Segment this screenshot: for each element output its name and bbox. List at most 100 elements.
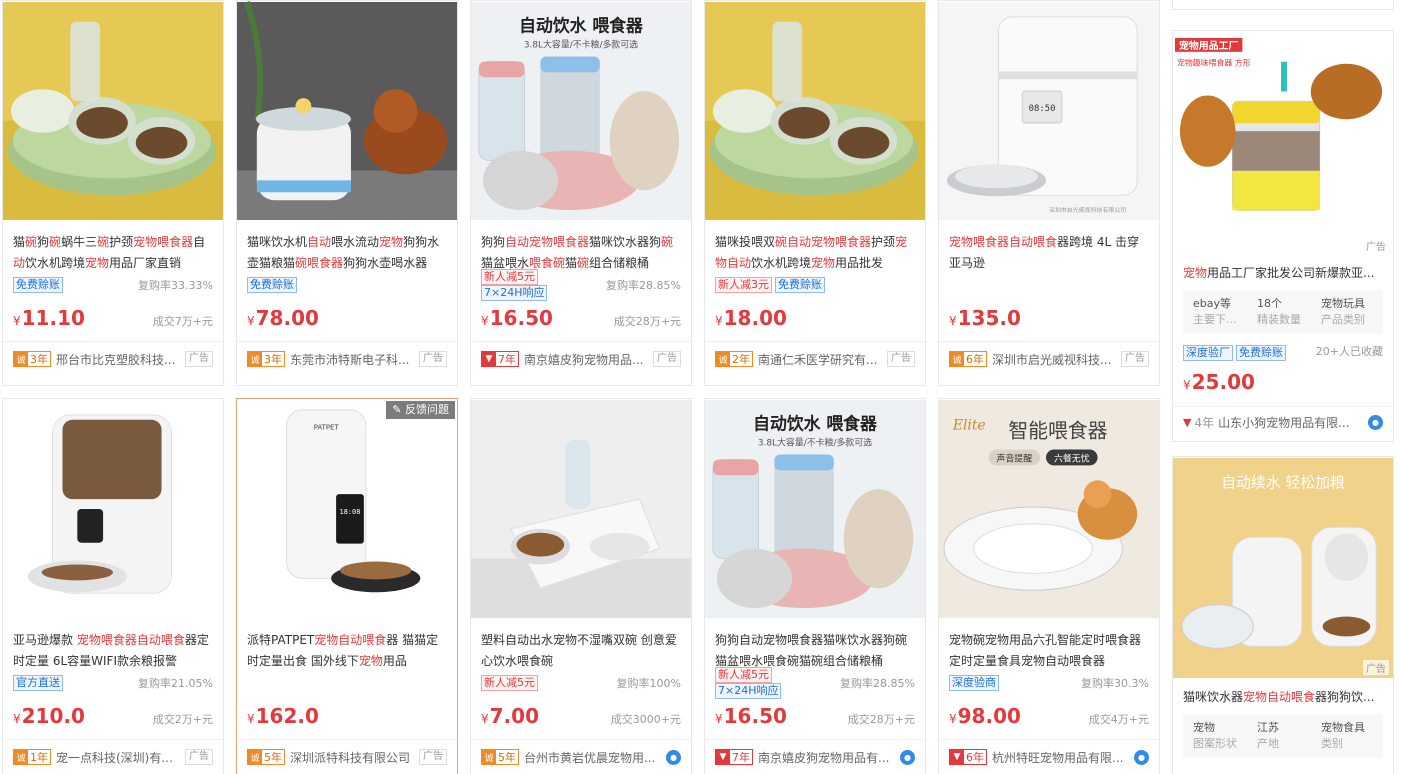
- shop-name[interactable]: 东莞市沛特斯电子科...: [290, 351, 415, 368]
- product-image[interactable]: [237, 1, 457, 221]
- product-title[interactable]: 宠物用品工厂家批发公司新爆款亚...: [1173, 264, 1393, 282]
- years-badge: 诚 3年: [13, 351, 51, 367]
- price: ¥210.0: [13, 704, 85, 728]
- shop-name[interactable]: 南京嬉皮狗宠物用品有...: [758, 749, 896, 766]
- title-segment: 自动宠物喂食器: [505, 235, 590, 249]
- product-card[interactable]: 08:50 深圳市启光威视科技有限公司 宠物喂食器自动喂食器跨境 4L 击穿亚马…: [938, 0, 1160, 386]
- price: ¥7.00: [481, 704, 539, 728]
- price: ¥78.00: [247, 306, 319, 330]
- shop-row[interactable]: ▼ 4年 山东小狗宠物用品有限... ●: [1173, 406, 1393, 438]
- product-title[interactable]: 猫碗狗碗蜗牛三碗护颈宠物喂食器自动饮水机跨境宠物用品厂家直销: [3, 232, 223, 274]
- title-segment: 宠物: [811, 256, 836, 270]
- image-headline: 自动饮水 喂食器: [753, 414, 878, 434]
- product-title[interactable]: 猫咪饮水机自动喂水流动宠物狗狗水壶猫粮猫碗喂食器狗狗水壶喝水器: [237, 232, 457, 274]
- recommend-card[interactable]: 宠物用品工厂 宠物趣味喂食器 方形 广告 宠物用品工厂家批发公司新爆款亚... …: [1172, 30, 1394, 442]
- price: ¥18.00: [715, 306, 787, 330]
- product-image[interactable]: 自动饮水 喂食器 3.8L大容量/不卡粮/多款可选: [471, 1, 691, 221]
- product-card[interactable]: 自动饮水 喂食器 3.8L大容量/不卡粮/多款可选 狗狗自动宠物喂食器猫咪饮水器…: [470, 0, 692, 386]
- product-image[interactable]: [3, 399, 223, 619]
- title-segment: 猫盆喂水: [481, 256, 530, 270]
- title-segment: 用品厂家直销: [109, 256, 182, 270]
- product-card[interactable]: PATPET 18:08 ✎ 反馈问题 派特PATPET宠物自动喂食器 猫猫定时…: [236, 398, 458, 774]
- product-title[interactable]: 宠物喂食器自动喂食器跨境 4L 击穿亚马逊: [939, 232, 1159, 274]
- title-segment: 塑料自动出水宠物不湿嘴双碗 创意爱心饮水喂食碗: [481, 633, 677, 668]
- attribute-key: 产地: [1257, 737, 1279, 750]
- shop-row[interactable]: 诚 2年 南通仁禾医学研究有... 广告: [705, 342, 925, 376]
- title-segment: 器: [331, 256, 344, 270]
- product-card[interactable]: 猫碗狗碗蜗牛三碗护颈宠物喂食器自动饮水机跨境宠物用品厂家直销 免费赊账 复购率33…: [2, 0, 224, 386]
- shop-row[interactable]: 诚 3年 东莞市沛特斯电子科... 广告: [237, 342, 457, 376]
- shop-row[interactable]: 诚 1年 宠一点科技(深圳)有... 广告: [3, 740, 223, 774]
- store-icon: ▼: [482, 352, 496, 366]
- shop-name[interactable]: 宠一点科技(深圳)有...: [56, 749, 181, 766]
- product-card[interactable]: Elite 智能喂食器 声音提醒 六餐无忧 宠物碗宠物用品六孔智能定时喂食器定时…: [938, 398, 1160, 774]
- feedback-button[interactable]: ✎ 反馈问题: [386, 401, 455, 419]
- shop-name[interactable]: 邢台市比克塑胶科技...: [56, 351, 181, 368]
- shop-row[interactable]: 诚 3年 邢台市比克塑胶科技... 广告: [3, 342, 223, 376]
- shop-name[interactable]: 杭州特旺宠物用品有限...: [992, 749, 1130, 766]
- attribute-value: 宠物: [1193, 721, 1215, 734]
- product-card[interactable]: 猫咪投喂双碗自动宠物喂食器护颈宠物自动饮水机跨境宠物用品批发 新人减3元 免费赊账…: [704, 0, 926, 386]
- shop-row[interactable]: 诚 5年 台州市黄岩优晨宠物用... ●: [471, 740, 691, 774]
- sales-volume: 成交7万+元: [152, 315, 213, 328]
- shop-name[interactable]: 深圳市启光威视科技...: [992, 351, 1117, 368]
- title-segment: 碗: [661, 235, 674, 249]
- product-title[interactable]: 狗狗自动宠物喂食器猫咪饮水器狗碗猫盆喂水喂食碗猫碗组合储粮桶: [471, 232, 691, 274]
- shop-row[interactable]: ▼ 7年 南京嬉皮狗宠物用品有... ●: [705, 740, 925, 774]
- product-title[interactable]: 亚马逊爆款 宠物喂食器自动喂食器定时定量 6L容量WIFI款余粮报警: [3, 630, 223, 672]
- shop-name[interactable]: 深圳派特科技有限公司: [290, 749, 415, 766]
- title-segment: 用品批发: [835, 256, 884, 270]
- service-tag: 新人减5元: [481, 675, 538, 691]
- product-title[interactable]: 猫咪投喂双碗自动宠物喂食器护颈宠物自动饮水机跨境宠物用品批发: [705, 232, 925, 274]
- product-card[interactable]: 猫咪饮水机自动喂水流动宠物狗狗水壶猫粮猫碗喂食器狗狗水壶喝水器 免费赊账 ¥78…: [236, 0, 458, 386]
- service-tag: 免费赊账: [247, 277, 297, 293]
- price: ¥16.50: [715, 704, 787, 728]
- attribute-key: 主要下...: [1193, 313, 1237, 326]
- product-image[interactable]: PATPET 18:08 ✎ 反馈问题: [237, 399, 457, 619]
- product-image[interactable]: [471, 399, 691, 619]
- chat-icon[interactable]: ●: [1368, 415, 1383, 430]
- product-title[interactable]: 猫咪饮水器宠物自动喂食器狗狗饮...: [1173, 688, 1393, 706]
- product-image[interactable]: 08:50 深圳市启光威视科技有限公司: [939, 1, 1159, 221]
- shop-name[interactable]: 台州市黄岩优晨宠物用...: [524, 749, 662, 766]
- image-subtitle: 3.8L大容量/不卡粮/多款可选: [758, 437, 872, 449]
- repurchase-rate: 复购率100%: [616, 677, 681, 690]
- recommend-card[interactable]: 自动续水 轻松加粮 广告 猫咪饮水器宠物自动喂食器狗狗饮... 宠物 图案形状 江苏…: [1172, 456, 1394, 774]
- sales-volume: 成交28万+元: [613, 315, 681, 328]
- product-title[interactable]: 狗狗自动宠物喂食器猫咪饮水器狗碗猫盆喂水喂食碗猫碗组合储粮桶: [705, 630, 925, 672]
- chat-icon[interactable]: ●: [900, 749, 915, 765]
- product-image[interactable]: 宠物用品工厂 宠物趣味喂食器 方形 广告: [1173, 31, 1393, 257]
- shop-name[interactable]: 南京嬉皮狗宠物用品...: [524, 351, 649, 368]
- title-segment: 狗: [37, 235, 50, 249]
- shop-row[interactable]: 诚 6年 深圳市启光威视科技... 广告: [939, 342, 1159, 376]
- service-tag: 新人减5元: [481, 269, 538, 285]
- chat-icon[interactable]: ●: [1134, 749, 1149, 765]
- product-title[interactable]: 塑料自动出水宠物不湿嘴双碗 创意爱心饮水喂食碗: [471, 630, 691, 672]
- shop-name[interactable]: 南通仁禾医学研究有...: [758, 351, 883, 368]
- shop-row[interactable]: ▼ 7年 南京嬉皮狗宠物用品... 广告: [471, 342, 691, 376]
- product-image[interactable]: Elite 智能喂食器 声音提醒 六餐无忧: [939, 399, 1159, 619]
- years-badge: 诚 6年: [949, 351, 987, 367]
- title-segment: 碗: [97, 235, 110, 249]
- store-icon: 诚: [14, 352, 28, 366]
- product-card[interactable]: 塑料自动出水宠物不湿嘴双碗 创意爱心饮水喂食碗 新人减5元 复购率100% ¥7.…: [470, 398, 692, 774]
- product-image[interactable]: [3, 1, 223, 221]
- repurchase-rate: 复购率28.85%: [606, 279, 681, 292]
- title-segment: 宠物: [358, 654, 383, 668]
- product-card[interactable]: 亚马逊爆款 宠物喂食器自动喂食器定时定量 6L容量WIFI款余粮报警 官方直送 复…: [2, 398, 224, 774]
- image-brand: 宠物用品工厂: [1179, 39, 1238, 52]
- attribute-cell: 江苏 产地: [1251, 720, 1315, 752]
- product-image[interactable]: 自动续水 轻松加粮 广告: [1173, 457, 1393, 679]
- shop-row[interactable]: ▼ 6年 杭州特旺宠物用品有限... ●: [939, 740, 1159, 774]
- chat-icon[interactable]: ●: [666, 749, 681, 765]
- product-image[interactable]: 自动饮水 喂食器 3.8L大容量/不卡粮/多款可选: [705, 399, 925, 619]
- title-segment: 猫: [13, 235, 26, 249]
- product-card[interactable]: 自动饮水 喂食器 3.8L大容量/不卡粮/多款可选 狗狗自动宠物喂食器猫咪饮水器…: [704, 398, 926, 774]
- product-title[interactable]: 宠物碗宠物用品六孔智能定时喂食器定时定量食具宠物自动喂食器: [939, 630, 1159, 672]
- shop-name[interactable]: 山东小狗宠物用品有限...: [1218, 414, 1364, 431]
- product-image[interactable]: [705, 1, 925, 221]
- attribute-cell: 宠物食具 类别: [1315, 720, 1379, 752]
- product-title[interactable]: 派特PATPET宠物自动喂食器 猫猫定时定量出食 国外线下宠物用品: [237, 630, 457, 672]
- image-subtitle: 宠物趣味喂食器 方形: [1177, 58, 1251, 68]
- shop-row[interactable]: 诚 5年 深圳派特科技有限公司 广告: [237, 740, 457, 774]
